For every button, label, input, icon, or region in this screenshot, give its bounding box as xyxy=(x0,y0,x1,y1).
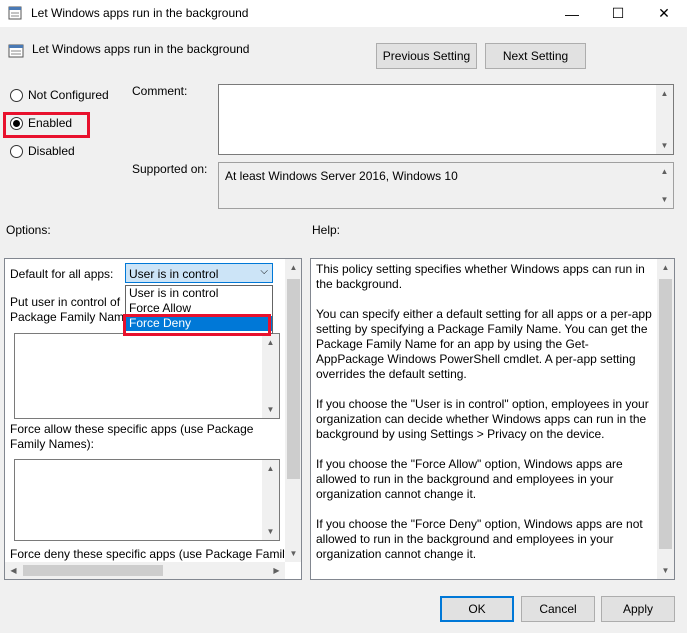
radio-label: Disabled xyxy=(28,144,75,158)
policy-setting-icon xyxy=(8,43,24,59)
scroll-up-icon[interactable]: ▲ xyxy=(262,460,279,477)
comment-textbox[interactable]: ▲ ▼ xyxy=(218,84,674,155)
help-title: Help: xyxy=(312,223,341,237)
window-title: Let Windows apps run in the background xyxy=(31,6,249,20)
scroll-left-icon[interactable]: ◀ xyxy=(5,562,22,579)
put-user-label-line1: Put user in control of xyxy=(10,295,121,309)
force-allow-label: Force allow these specific apps (use Pac… xyxy=(10,422,254,451)
help-paragraph: If you choose the "Force Deny" option, W… xyxy=(316,517,643,561)
options-scrollbar[interactable]: ▲ ▼ xyxy=(285,259,301,562)
policy-editor-icon xyxy=(8,6,22,20)
previous-setting-button[interactable]: Previous Setting xyxy=(376,43,477,69)
radio-enabled[interactable]: Enabled xyxy=(10,116,72,130)
help-paragraph: This policy setting specifies whether Wi… xyxy=(316,262,645,291)
scroll-down-icon[interactable]: ▼ xyxy=(656,191,673,208)
help-paragraph: If you choose the "Force Allow" option, … xyxy=(316,457,623,501)
default-apps-label: Default for all apps: xyxy=(10,267,114,281)
comment-label: Comment: xyxy=(132,84,188,98)
radio-not-configured[interactable]: Not Configured xyxy=(10,88,109,102)
scroll-thumb[interactable] xyxy=(287,279,300,479)
textbox-scrollbar[interactable]: ▲ ▼ xyxy=(262,460,279,540)
radio-label: Enabled xyxy=(28,116,73,130)
cancel-button[interactable]: Cancel xyxy=(521,596,595,622)
supported-on-value: At least Windows Server 2016, Windows 10 xyxy=(225,169,458,183)
options-hscrollbar[interactable]: ◀ ▶ xyxy=(5,562,285,579)
scroll-down-icon[interactable]: ▼ xyxy=(656,137,673,154)
hscroll-thumb[interactable] xyxy=(23,565,163,576)
next-setting-button[interactable]: Next Setting xyxy=(485,43,586,69)
force-deny-label: Force deny these specific apps (use Pack… xyxy=(10,547,291,561)
help-panel: This policy setting specifies whether Wi… xyxy=(310,258,675,580)
textbox-scrollbar[interactable]: ▲ ▼ xyxy=(262,334,279,418)
supported-scrollbar[interactable]: ▲ ▼ xyxy=(656,163,673,208)
ok-button[interactable]: OK xyxy=(440,596,514,622)
dropdown-value: User is in control xyxy=(129,267,219,281)
scroll-up-icon[interactable]: ▲ xyxy=(656,163,673,180)
dropdown-option-user-in-control[interactable]: User is in control xyxy=(126,286,272,301)
close-button[interactable]: ✕ xyxy=(641,0,687,27)
maximize-button[interactable]: ☐ xyxy=(595,0,641,27)
scroll-down-icon[interactable]: ▼ xyxy=(657,562,674,579)
scroll-down-icon[interactable]: ▼ xyxy=(285,545,301,562)
scroll-right-icon[interactable]: ▶ xyxy=(268,562,285,579)
scroll-up-icon[interactable]: ▲ xyxy=(285,259,301,276)
help-scrollbar[interactable]: ▲ ▼ xyxy=(657,259,674,579)
comment-scrollbar[interactable]: ▲ ▼ xyxy=(656,85,673,154)
scroll-down-icon[interactable]: ▼ xyxy=(262,523,279,540)
help-paragraph: You can specify either a default setting… xyxy=(316,307,652,381)
apply-button[interactable]: Apply xyxy=(601,596,675,622)
radio-disabled[interactable]: Disabled xyxy=(10,144,75,158)
scroll-thumb[interactable] xyxy=(659,279,672,549)
help-paragraph: If you choose the "User is in control" o… xyxy=(316,397,649,441)
radio-label: Not Configured xyxy=(28,88,109,102)
radio-circle xyxy=(10,88,23,102)
supported-on-label: Supported on: xyxy=(132,162,208,176)
minimize-button[interactable]: — xyxy=(549,0,595,27)
help-text: This policy setting specifies whether Wi… xyxy=(316,262,654,577)
title-bar: Let Windows apps run in the background —… xyxy=(0,0,687,27)
maximize-icon: ☐ xyxy=(611,5,625,21)
radio-circle-checked xyxy=(10,116,23,130)
supported-on-box: At least Windows Server 2016, Windows 10… xyxy=(218,162,674,209)
scroll-up-icon[interactable]: ▲ xyxy=(262,334,279,351)
force-deny-highlight-box xyxy=(123,314,271,336)
scroll-up-icon[interactable]: ▲ xyxy=(656,85,673,102)
put-user-label: Put user in control of Package Family Na… xyxy=(10,295,131,325)
policy-name: Let Windows apps run in the background xyxy=(32,42,250,56)
radio-circle xyxy=(10,144,23,158)
minimize-icon: — xyxy=(565,5,579,22)
put-user-label-line2: Package Family Name xyxy=(10,310,131,324)
chevron-down-icon: ⌵ xyxy=(260,266,268,277)
scroll-down-icon[interactable]: ▼ xyxy=(262,401,279,418)
default-apps-dropdown[interactable]: User is in control ⌵ xyxy=(125,263,273,283)
options-title: Options: xyxy=(6,223,51,237)
close-icon: ✕ xyxy=(658,5,670,21)
user-control-apps-textbox[interactable]: ▲ ▼ xyxy=(14,333,280,419)
force-allow-apps-textbox[interactable]: ▲ ▼ xyxy=(14,459,280,541)
scroll-up-icon[interactable]: ▲ xyxy=(657,259,674,276)
